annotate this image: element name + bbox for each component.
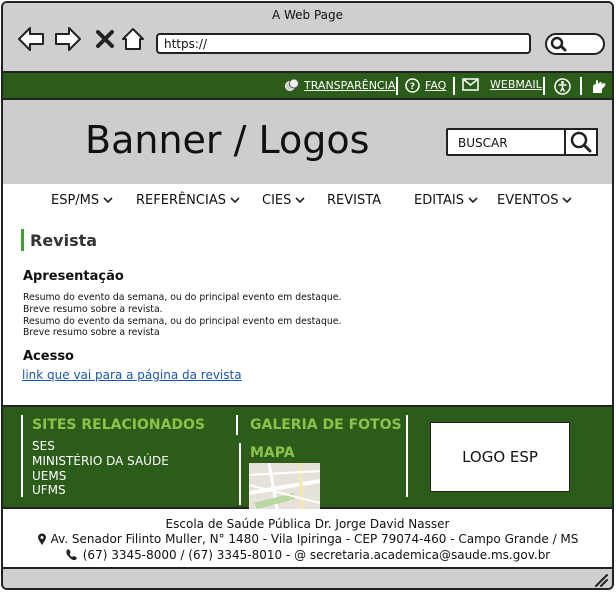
help-circle-icon: ? bbox=[405, 78, 420, 93]
banner-title: Banner / Logos bbox=[85, 118, 370, 162]
site-link-uems[interactable]: UEMS bbox=[32, 469, 169, 484]
hands-icon bbox=[593, 80, 606, 93]
footer-divider bbox=[239, 443, 241, 505]
street-text: Av. Senador Filinto Muller, N° 1480 - Vi… bbox=[50, 532, 579, 547]
galeria-heading[interactable]: GALERIA DE FOTOS bbox=[250, 417, 402, 433]
stop-x-icon[interactable] bbox=[91, 25, 119, 53]
divider bbox=[543, 77, 545, 95]
sites-list: SES MINISTÉRIO DA SAÚDE UEMS UFMS bbox=[32, 439, 169, 498]
footer-divider bbox=[21, 415, 23, 497]
menu-item-cies[interactable]: CIES bbox=[262, 193, 305, 208]
webmail-label: WEBMAIL bbox=[490, 78, 542, 91]
webmail-link[interactable]: WEBMAIL bbox=[462, 78, 542, 91]
faq-label: FAQ bbox=[425, 79, 447, 92]
footer-divider bbox=[406, 415, 408, 497]
transparencia-label: TRANSPARÊNCIA bbox=[304, 78, 396, 92]
chevron-down-icon bbox=[468, 197, 478, 204]
back-arrow-icon[interactable] bbox=[17, 25, 45, 53]
section-title-text: Revista bbox=[30, 230, 98, 250]
status-bar bbox=[3, 567, 612, 588]
menu-label: EDITAIS bbox=[414, 193, 464, 208]
menu-item-referencias[interactable]: REFERÊNCIAS bbox=[136, 193, 240, 208]
menu-item-esp-ms[interactable]: ESP/MS bbox=[51, 193, 113, 208]
magnifier-icon bbox=[550, 36, 567, 52]
browser-chrome: A Web Page https:// bbox=[3, 3, 612, 73]
paragraph-line: Breve resumo sobre a revista. bbox=[23, 303, 163, 315]
address-bar[interactable]: https:// bbox=[156, 33, 531, 54]
mapa-heading: MAPA bbox=[250, 445, 295, 461]
site-link-ministerio[interactable]: MINISTÉRIO DA SAÚDE bbox=[32, 454, 169, 469]
paragraph-line: Resumo do evento da semana, ou do princi… bbox=[23, 292, 342, 303]
institution-name: Escola de Saúde Pública Dr. Jorge David … bbox=[3, 516, 612, 532]
map-pin-icon bbox=[37, 533, 46, 545]
address-block: Escola de Saúde Pública Dr. Jorge David … bbox=[3, 511, 612, 567]
chevron-down-icon bbox=[103, 197, 113, 204]
sites-heading: SITES RELACIONADOS bbox=[32, 417, 206, 433]
divider bbox=[396, 77, 398, 95]
menu-label: EVENTOS bbox=[497, 193, 559, 208]
menu-label: ESP/MS bbox=[51, 193, 100, 208]
browser-window: A Web Page https:// TRANSPARÊNCIA ? FAQ … bbox=[1, 1, 614, 590]
contact-line: (67) 3345-8000 / (67) 3345-8010 - @ secr… bbox=[3, 547, 612, 563]
menu-label: REVISTA bbox=[327, 193, 382, 208]
menu-item-revista[interactable]: REVISTA bbox=[327, 193, 381, 208]
apresentacao-heading: Apresentação bbox=[23, 269, 124, 284]
sign-language-button[interactable] bbox=[590, 78, 608, 96]
faq-link[interactable]: ? FAQ bbox=[405, 78, 446, 93]
revista-page-link[interactable]: link que vai para a página da revista bbox=[22, 368, 242, 382]
menu-item-eventos[interactable]: EVENTOS bbox=[497, 193, 573, 208]
accessibility-icon bbox=[554, 78, 571, 95]
chevron-down-icon bbox=[295, 197, 305, 204]
acesso-heading: Acesso bbox=[23, 349, 74, 364]
esp-logo: LOGO ESP bbox=[430, 422, 570, 492]
menu-item-editais[interactable]: EDITAIS bbox=[414, 193, 478, 208]
search-button[interactable] bbox=[564, 128, 598, 156]
street-line: Av. Senador Filinto Muller, N° 1480 - Vi… bbox=[3, 532, 612, 548]
envelope-icon bbox=[462, 78, 479, 91]
home-icon[interactable] bbox=[119, 25, 147, 53]
divider bbox=[453, 77, 455, 95]
search-placeholder: BUSCAR bbox=[458, 136, 508, 150]
browser-search-field[interactable] bbox=[545, 33, 605, 55]
coin-icon bbox=[285, 78, 299, 91]
resize-grip-icon[interactable] bbox=[594, 573, 608, 587]
menu-label: CIES bbox=[262, 193, 292, 208]
main-menu: ESP/MS REFERÊNCIAS CIES REVISTA EDITAIS … bbox=[3, 184, 612, 218]
site-link-ses[interactable]: SES bbox=[32, 439, 169, 454]
window-title: A Web Page bbox=[271, 8, 344, 22]
chevron-down-icon bbox=[562, 197, 573, 204]
chevron-down-icon bbox=[230, 197, 240, 204]
site-link-ufms[interactable]: UFMS bbox=[32, 483, 169, 498]
title-accent-bar bbox=[21, 229, 24, 251]
paragraph-line: Breve resumo sobre a revista bbox=[23, 327, 160, 339]
search-icon bbox=[570, 131, 592, 153]
site-search-input[interactable]: BUSCAR bbox=[446, 128, 598, 156]
apresentacao-text: Resumo do evento da semana, ou do princi… bbox=[23, 292, 383, 339]
institution-name-text: Escola de Saúde Pública Dr. Jorge David … bbox=[165, 516, 450, 531]
forward-arrow-icon[interactable] bbox=[54, 25, 82, 53]
paragraph-line: Resumo do evento da semana, ou do princi… bbox=[23, 315, 342, 327]
contact-text: (67) 3345-8000 / (67) 3345-8010 - @ secr… bbox=[82, 547, 551, 562]
section-title: Revista bbox=[21, 229, 97, 251]
menu-label: REFERÊNCIAS bbox=[136, 193, 226, 208]
transparencia-link[interactable]: TRANSPARÊNCIA bbox=[285, 78, 395, 92]
map-thumbnail[interactable] bbox=[249, 463, 320, 509]
footer-divider bbox=[236, 415, 238, 435]
accessibility-button[interactable] bbox=[554, 78, 571, 95]
divider bbox=[580, 77, 582, 95]
utility-bar: TRANSPARÊNCIA ? FAQ WEBMAIL bbox=[3, 73, 612, 100]
phone-icon bbox=[66, 549, 77, 561]
footer-green: SITES RELACIONADOS SES MINISTÉRIO DA SAÚ… bbox=[3, 405, 612, 509]
svg-text:?: ? bbox=[410, 82, 415, 92]
banner: Banner / Logos BUSCAR bbox=[3, 100, 612, 184]
